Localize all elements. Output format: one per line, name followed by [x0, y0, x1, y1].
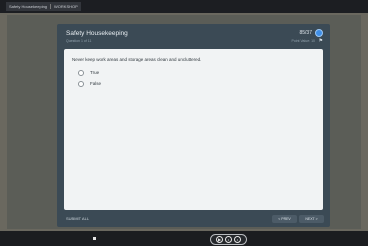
tab-divider	[50, 4, 52, 10]
radio-button[interactable]	[78, 80, 84, 87]
next-button[interactable]: NEXT >	[299, 215, 324, 223]
flag-icon: ⚑	[318, 38, 323, 44]
top-bar: Safety Housekeeping WORKSHOP	[0, 0, 368, 13]
option-false[interactable]: False	[78, 80, 101, 87]
score-display: 85/37	[299, 30, 312, 36]
point-value: Point Value: 10	[291, 39, 315, 43]
fullscreen-icon[interactable]: •	[234, 236, 241, 243]
bottom-bar: ▶ • •	[0, 231, 368, 246]
option-label: False	[90, 80, 102, 86]
quiz-panel: Safety Housekeeping Question 1 of 11 85/…	[57, 24, 330, 227]
volume-icon[interactable]: •	[225, 236, 232, 243]
prev-button[interactable]: < PREV	[272, 215, 297, 223]
question-card: Never keep work areas and storage areas …	[64, 49, 323, 210]
radio-button[interactable]	[78, 69, 84, 76]
app-tab-subtitle: WORKSHOP	[54, 4, 78, 9]
quiz-title: Safety Housekeeping	[66, 30, 128, 37]
app-tab[interactable]: Safety Housekeeping WORKSHOP	[6, 2, 81, 11]
media-controls[interactable]: ▶ • •	[210, 234, 247, 245]
app-window: Safety Housekeeping Question 1 of 11 85/…	[7, 15, 361, 229]
question-text: Never keep work areas and storage areas …	[72, 57, 202, 62]
status-indicator-icon	[315, 29, 323, 37]
play-icon[interactable]: ▶	[216, 236, 223, 243]
question-count: Question 1 of 11	[66, 39, 92, 43]
app-tab-title: Safety Housekeeping	[9, 4, 48, 9]
option-label: True	[90, 69, 100, 75]
submit-all-button[interactable]: SUBMIT ALL	[66, 216, 89, 222]
cursor-icon	[93, 237, 96, 240]
option-true[interactable]: True	[78, 69, 99, 76]
